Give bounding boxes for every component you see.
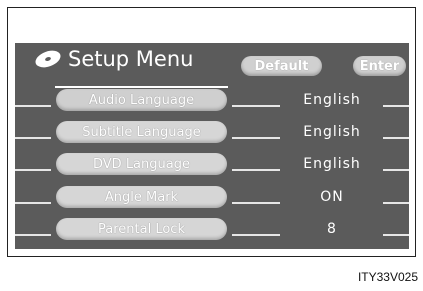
menu-row-angle-mark: Angle Mark ON: [15, 186, 409, 208]
row-divider: [232, 202, 280, 204]
audio-language-value: English: [303, 92, 361, 108]
row-divider: [383, 105, 409, 107]
enter-button[interactable]: Enter: [353, 56, 406, 76]
subtitle-language-button[interactable]: Subtitle Language: [56, 121, 227, 143]
row-divider: [232, 105, 280, 107]
audio-language-button[interactable]: Audio Language: [56, 89, 227, 111]
angle-mark-button[interactable]: Angle Mark: [56, 186, 227, 208]
menu-row-dvd-language: DVD Language English: [15, 153, 409, 175]
dvd-language-button[interactable]: DVD Language: [56, 153, 227, 175]
row-divider: [383, 234, 409, 236]
row-divider: [15, 137, 51, 139]
default-button[interactable]: Default: [241, 56, 322, 76]
row-divider: [15, 169, 51, 171]
menu-row-subtitle-language: Subtitle Language English: [15, 121, 409, 143]
angle-mark-value: ON: [320, 189, 344, 205]
dvd-language-value: English: [303, 156, 361, 172]
row-divider: [383, 137, 409, 139]
menu-row-audio-language: Audio Language English: [15, 89, 409, 111]
menu-row-parental-lock: Parental Lock 8: [15, 218, 409, 240]
page-title: Setup Menu: [68, 47, 194, 71]
figure-caption: ITY33V025: [357, 270, 418, 284]
row-divider: [232, 137, 280, 139]
row-divider: [383, 202, 409, 204]
row-divider: [15, 202, 51, 204]
setup-screen: Setup Menu Default Enter Audio Language …: [15, 43, 409, 249]
parental-lock-button[interactable]: Parental Lock: [56, 218, 227, 240]
row-divider: [15, 105, 51, 107]
row-divider: [232, 234, 280, 236]
row-divider: [15, 234, 51, 236]
subtitle-language-value: English: [303, 124, 361, 140]
selection-underline: [55, 86, 228, 88]
parental-lock-value: 8: [327, 221, 337, 237]
row-divider: [232, 169, 280, 171]
screen-header: Setup Menu: [34, 43, 193, 75]
row-divider: [383, 169, 409, 171]
disc-icon: [35, 50, 61, 68]
